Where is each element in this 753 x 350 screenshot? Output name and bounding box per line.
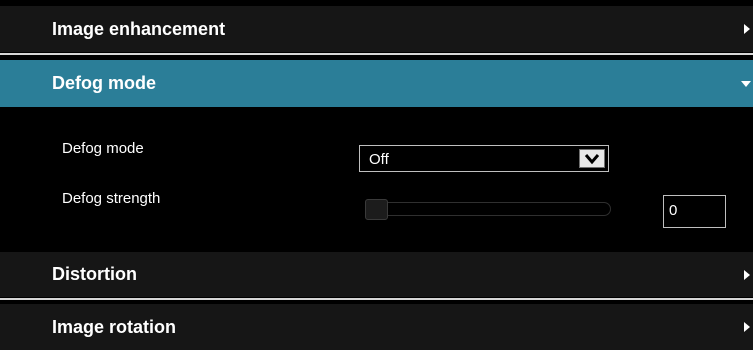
triangle-right-icon [744, 269, 750, 280]
section-title: Defog mode [52, 73, 157, 93]
section-title: Image rotation [52, 316, 177, 337]
defog-mode-select[interactable]: Off [359, 145, 609, 172]
section-header-image-rotation[interactable]: Image rotation [0, 304, 753, 350]
defog-strength-slider-handle[interactable] [365, 199, 388, 220]
divider [0, 53, 753, 55]
divider [0, 298, 753, 300]
triangle-right-icon [744, 322, 750, 332]
defog-mode-panel [0, 107, 753, 250]
section-header-image-enhancement[interactable]: Image enhancement [0, 6, 753, 52]
section-header-distortion[interactable]: Distortion [0, 252, 753, 297]
chevron-down-icon [584, 154, 600, 165]
defog-mode-label: Defog mode [62, 140, 144, 157]
defog-mode-selected-value: Off [369, 151, 389, 168]
dropdown-button[interactable] [579, 149, 605, 168]
defog-strength-input[interactable]: 0 [663, 195, 726, 228]
triangle-right-icon [744, 24, 750, 34]
defog-strength-label: Defog strength [62, 190, 161, 207]
section-title: Image enhancement [52, 18, 226, 39]
section-header-defog-mode[interactable]: Defog mode [0, 60, 753, 107]
section-title: Distortion [52, 264, 137, 284]
defog-strength-slider-track[interactable] [368, 202, 611, 216]
triangle-down-icon [741, 80, 751, 87]
